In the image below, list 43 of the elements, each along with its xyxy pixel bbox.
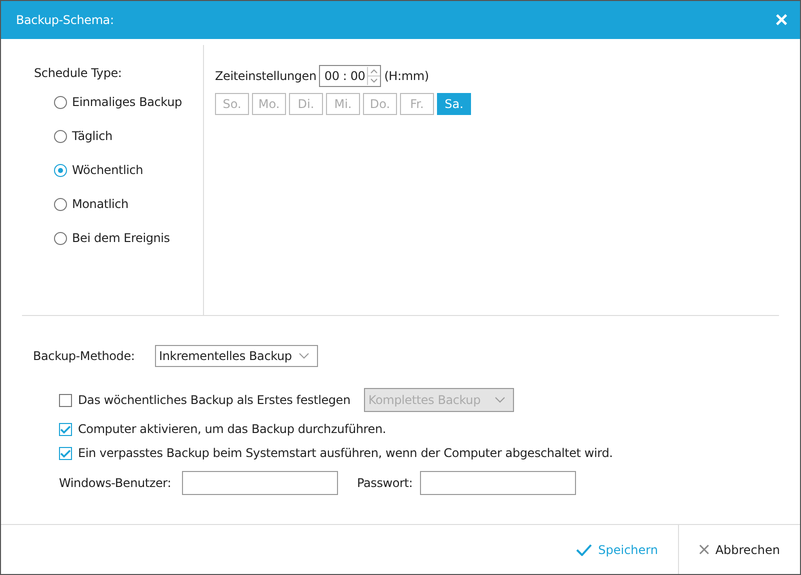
method-dropdown[interactable]: Inkrementelles Backup — [155, 345, 318, 367]
chevron-down-icon — [495, 397, 506, 403]
radio-label: Bei dem Ereignis — [72, 231, 170, 245]
input-field[interactable] — [420, 471, 576, 495]
checkbox-label: Ein verpasstes Backup beim Systemstart ausführen, wenn der Computer abgeschaltet wird. — [78, 446, 613, 460]
day-toggle[interactable]: Di. — [289, 93, 323, 115]
day-toggle[interactable]: Fr. — [400, 93, 434, 115]
radio-label: Wöchentlich — [72, 163, 144, 177]
day-toggle[interactable]: Do. — [363, 93, 397, 115]
radio-button[interactable] — [54, 96, 67, 108]
window-title: Backup-Schema: — [16, 13, 114, 27]
day-toggle[interactable]: Sa. — [437, 93, 471, 115]
checkbox-label: Computer aktivieren, um das Backup durchzuführen. — [78, 422, 386, 436]
checkbox[interactable] — [59, 394, 72, 406]
day-toggle[interactable]: Mi. — [326, 93, 360, 115]
radio-button[interactable] — [54, 198, 67, 210]
checkbox[interactable] — [59, 446, 72, 460]
input-field[interactable] — [182, 471, 338, 495]
spinner-arrows-icon[interactable] — [367, 67, 380, 85]
close-button[interactable]: × — [775, 9, 788, 31]
time-label: Zeiteinstellungen — [215, 69, 316, 83]
save-button[interactable]: Speichern — [556, 525, 679, 574]
method-label: Backup-Methode: — [33, 349, 136, 363]
radio-label: Einmaliges Backup — [72, 95, 182, 109]
cancel-button[interactable]: Abbrechen — [679, 525, 800, 574]
time-spinner[interactable]: 00 : 00 — [319, 65, 382, 87]
first-backup-dropdown: Komplettes Backup — [364, 388, 514, 412]
chevron-down-icon — [299, 353, 309, 359]
checkbox-label: Das wöchentliches Backup als Erstes festlegen — [78, 393, 350, 407]
time-format: (H:mm) — [384, 69, 429, 83]
field-label: Passwort: — [357, 476, 414, 490]
checkmark-icon — [576, 544, 592, 556]
radio-button[interactable] — [54, 232, 67, 244]
close-icon — [699, 544, 710, 555]
day-toggle[interactable]: So. — [215, 93, 249, 115]
radio-label: Monatlich — [72, 197, 128, 211]
radio-label: Täglich — [72, 129, 112, 143]
radio-button[interactable] — [54, 164, 67, 176]
day-toggle[interactable]: Mo. — [252, 93, 286, 115]
radio-button[interactable] — [54, 130, 67, 142]
checkbox[interactable] — [59, 422, 72, 436]
schedule-type-label: Schedule Type: — [34, 66, 123, 80]
field-label: Windows-Benutzer: — [59, 476, 172, 490]
